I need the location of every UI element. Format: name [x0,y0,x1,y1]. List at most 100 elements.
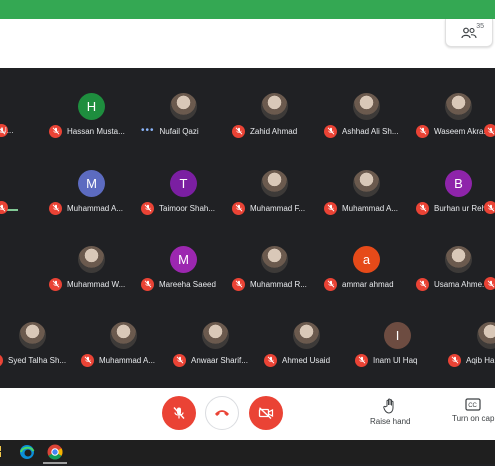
top-status-bar [0,0,495,19]
participant-nameplate: Ashhad Ali Sh... [320,124,412,138]
participant-name: Inam Ul Haq [373,355,418,365]
participant-tile[interactable]: Zahid Ahmad [228,93,320,141]
mic-off-icon [141,277,154,291]
mic-off-icon [0,353,3,367]
participant-grid: H Hassan Musta... ••• Nufail Qazi Zahid Ahma… [0,68,495,388]
mic-off-icon [173,353,186,367]
participant-nameplate: Anwaar Sharif... [169,353,261,367]
svg-text:CC: CC [468,403,477,409]
participant-tile[interactable]: Waseem Akra... [412,93,495,141]
participant-nameplate: Waseem Akra... [412,124,495,138]
avatar [110,322,137,349]
avatar [170,93,197,120]
participant-nameplate: ••• Nufail Qazi [137,125,229,137]
participant-tile[interactable]: a ammar ahmad [320,246,412,294]
participant-nameplate: Muhammad R... [228,277,320,291]
avatar: B [445,170,472,197]
mic-off-icon [81,353,94,367]
avatar [445,246,472,273]
mic-off-icon [355,353,368,367]
mic-off-icon [232,277,245,291]
participant-name: Mareeha Saeed [159,279,216,289]
raise-hand-button[interactable]: Raise hand [370,398,410,426]
participant-nameplate: Aqib Habib [444,353,495,367]
hand-icon [383,398,394,414]
participant-tile[interactable]: M Muhammad A... [45,170,137,218]
participant-nameplate: Muhammad W... [45,277,137,291]
participant-nameplate: Mareeha Saeed [137,277,229,291]
participant-name: Syed Talha Sh... [8,355,67,365]
participant-name: Taimoor Shah... [159,203,216,213]
camera-toggle-button[interactable] [249,396,283,430]
participant-name: ammar ahmad [342,279,394,289]
participant-tile[interactable]: Muhammad F... [228,170,320,218]
participant-name: Ashhad Ali Sh... [342,126,399,136]
mic-off-icon [484,124,495,137]
avatar: I [384,322,411,349]
windows-icon[interactable] [0,443,12,461]
avatar [353,170,380,197]
participant-tile[interactable]: H Hassan Musta... [45,93,137,141]
participant-tile[interactable]: Anwaar Sharif... [169,322,261,370]
people-count: 35 [476,23,484,30]
participant-tile[interactable]: Usama Ahme... [412,246,495,294]
participant-nameplate: Burhan ur Reh... [412,201,495,215]
avatar [19,322,46,349]
mic-off-icon [416,124,429,138]
call-end-icon [215,410,229,416]
edge-icon[interactable] [18,443,36,461]
participant-name: Zahid Ahmad [250,126,298,136]
participant-name: Muhammad R... [250,279,307,289]
participant-tile[interactable]: T Taimoor Shah... [137,170,229,218]
participant-name: U... [1,126,14,135]
mic-toggle-button[interactable] [162,396,196,430]
participant-tile[interactable]: Muhammad A... [320,170,412,218]
mic-off-icon [484,201,495,214]
chrome-icon[interactable] [46,443,64,461]
participant-tile[interactable]: Muhammad W... [45,246,137,294]
avatar [445,93,472,120]
participant-name: Ahmed Usaid [282,355,331,365]
meeting-controls: Raise hand CC Turn on cap [0,388,495,440]
participant-tile[interactable]: Aqib Habib [444,322,495,370]
people-button[interactable]: 35 [445,19,493,47]
avatar: M [78,170,105,197]
participant-tile[interactable]: Ahmed Usaid [260,322,352,370]
mic-off-icon [232,124,245,138]
participant-tile[interactable]: Syed Talha Sh... [0,322,78,370]
participant-name: Muhammad A... [342,203,399,213]
mic-off-icon [324,201,337,215]
leave-call-button[interactable] [205,396,239,430]
mic-off-icon [49,124,62,138]
participant-nameplate: Usama Ahme... [412,277,495,291]
mic-off-icon [448,353,461,367]
meeting-header: 35 [0,19,495,68]
participant-name: Muhammad W... [67,279,126,289]
avatar [261,93,288,120]
participant-nameplate: Taimoor Shah... [137,201,229,215]
participant-tile[interactable]: B Burhan ur Reh... [412,170,495,218]
participant-tile[interactable]: Muhammad R... [228,246,320,294]
os-taskbar [0,440,495,464]
participant-nameplate: Syed Talha Sh... [0,353,78,367]
avatar [477,322,495,349]
mic-off-icon [141,201,154,215]
avatar: M [170,246,197,273]
avatar [293,322,320,349]
avatar [261,246,288,273]
participant-name: Hassan Musta... [67,126,125,136]
participant-nameplate: Hassan Musta... [45,124,137,138]
mic-off-icon [232,201,245,215]
avatar [78,246,105,273]
participant-tile[interactable]: M Mareeha Saeed [137,246,229,294]
mic-off-icon [0,201,8,214]
mic-off-icon [49,201,62,215]
avatar [261,170,288,197]
participant-tile[interactable]: I Inam Ul Haq [351,322,443,370]
participant-tile[interactable]: Muhammad A... [77,322,169,370]
participant-name: Nufail Qazi [159,126,199,136]
mic-off-icon [324,277,337,291]
participant-tile[interactable]: Ashhad Ali Sh... [320,93,412,141]
captions-button[interactable]: CC Turn on cap [452,398,494,423]
participant-tile[interactable]: ••• Nufail Qazi [137,93,229,141]
